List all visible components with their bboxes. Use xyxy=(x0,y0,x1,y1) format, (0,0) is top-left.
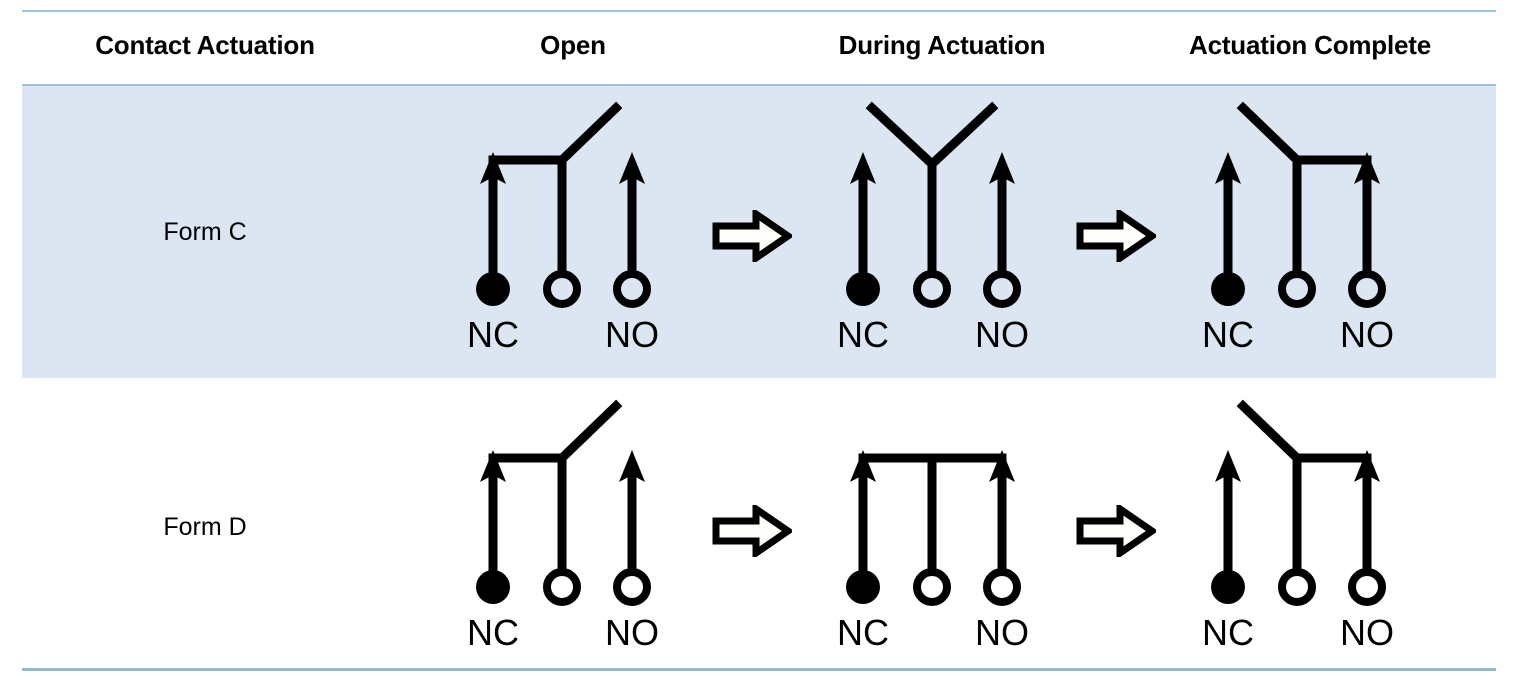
form-d-during-svg: NC NO xyxy=(837,450,1029,653)
terminal-common-open xyxy=(913,568,951,606)
form-c-during-svg: NC NO xyxy=(837,101,1029,355)
actuator-lever xyxy=(1236,399,1304,465)
column-header-open: Open xyxy=(540,30,606,60)
form-c-open-svg: NC NO xyxy=(467,101,659,355)
label-no: NO xyxy=(1340,612,1394,653)
terminal-no-open xyxy=(983,568,1021,606)
actuator-lever xyxy=(555,399,623,465)
terminal-common-open xyxy=(1278,568,1316,606)
contact-actuation-table: Contact Actuation Open During Actuation … xyxy=(0,0,1518,685)
diagram-form-d-open: NC NO xyxy=(440,390,670,658)
terminal-nc-filled xyxy=(846,272,880,306)
terminal-nc-filled xyxy=(476,570,510,604)
form-d-open-svg: NC NO xyxy=(467,399,659,653)
terminal-no-open xyxy=(1348,270,1386,308)
label-no: NO xyxy=(975,314,1029,355)
separator-form-c-1 xyxy=(712,210,792,262)
column-header-during-actuation: During Actuation xyxy=(838,30,1046,60)
label-nc: NC xyxy=(467,314,519,355)
actuator-lever xyxy=(1236,101,1304,167)
diagram-form-d-during: NC NO xyxy=(810,390,1040,658)
label-nc: NC xyxy=(467,612,519,653)
diagram-form-c-open: NC NO xyxy=(440,92,670,360)
diagram-form-c-complete: NC NO xyxy=(1175,92,1405,360)
right-block-arrow-icon xyxy=(1076,505,1156,557)
right-block-arrow-icon xyxy=(712,505,792,557)
terminal-nc-filled xyxy=(1211,272,1245,306)
table-bottom-rule xyxy=(22,668,1496,671)
terminal-common-open xyxy=(543,568,581,606)
diagram-form-c-during: NC NO xyxy=(810,92,1040,360)
column-header-contact-actuation: Contact Actuation xyxy=(95,30,315,60)
form-c-complete-svg: NC NO xyxy=(1202,101,1394,355)
label-nc: NC xyxy=(1202,612,1254,653)
terminal-common-open xyxy=(543,270,581,308)
label-nc: NC xyxy=(837,612,889,653)
terminal-no-open xyxy=(613,270,651,308)
terminal-nc-filled xyxy=(846,570,880,604)
right-block-arrow-icon xyxy=(1076,210,1156,262)
y-left-branch xyxy=(865,101,939,171)
label-no: NO xyxy=(605,612,659,653)
label-no: NO xyxy=(1340,314,1394,355)
separator-form-c-2 xyxy=(1076,210,1156,262)
terminal-no-open xyxy=(983,270,1021,308)
actuator-lever xyxy=(555,101,623,167)
label-no: NO xyxy=(605,314,659,355)
y-right-branch xyxy=(925,101,999,171)
row-label-form-d: Form D xyxy=(163,513,247,541)
table-top-rule xyxy=(22,10,1496,12)
label-nc: NC xyxy=(1202,314,1254,355)
terminal-no-open xyxy=(1348,568,1386,606)
right-block-arrow-icon xyxy=(712,210,792,262)
separator-form-d-2 xyxy=(1076,505,1156,557)
terminal-nc-filled xyxy=(476,272,510,306)
form-d-complete-svg: NC NO xyxy=(1202,399,1394,653)
label-no: NO xyxy=(975,612,1029,653)
terminal-nc-filled xyxy=(1211,570,1245,604)
terminal-common-open xyxy=(1278,270,1316,308)
terminal-no-open xyxy=(613,568,651,606)
label-nc: NC xyxy=(837,314,889,355)
diagram-form-d-complete: NC NO xyxy=(1175,390,1405,658)
row-label-form-c: Form C xyxy=(163,218,247,246)
terminal-common-open xyxy=(913,270,951,308)
column-header-actuation-complete: Actuation Complete xyxy=(1189,30,1431,60)
separator-form-d-1 xyxy=(712,505,792,557)
